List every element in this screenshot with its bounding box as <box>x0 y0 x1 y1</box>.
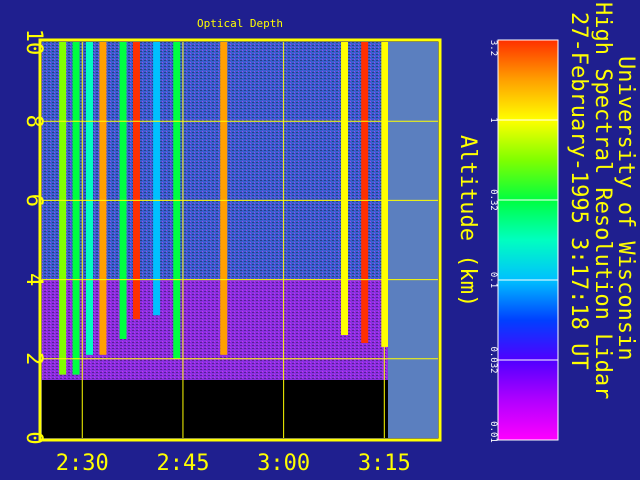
colorbar-tick-label-1: 0.032 <box>488 346 498 373</box>
cloud-column-9 <box>220 42 228 355</box>
colorbar-tick-label-5: 3.2 <box>488 40 498 56</box>
x-tick-label-1: 2:45 <box>156 451 209 476</box>
x-tick-label-2: 3:00 <box>257 451 310 476</box>
lidar-chart: Optical Depth 2:30 2:45 3:00 3:15 0 2 4 6 8 10 0… <box>21 17 559 476</box>
header-line-university: University of Wisconsin <box>613 56 638 361</box>
cloud-column-11 <box>361 42 369 343</box>
clear-air-upper-noise <box>42 42 388 280</box>
x-tick-labels: 2:30 2:45 3:00 3:15 <box>56 451 411 476</box>
y-tick-label-1: 2 <box>21 352 46 365</box>
colorbar-tick-label-4: 1 <box>488 117 498 122</box>
x-tick-label-0: 2:30 <box>56 451 109 476</box>
cloud-column-5 <box>119 42 127 339</box>
colorbar-tick-labels: 0.01 0.032 0.1 0.32 1 3.2 <box>488 40 498 443</box>
y-tick-label-4: 8 <box>21 115 46 128</box>
ground-mask <box>42 380 388 438</box>
no-data-region <box>388 42 438 438</box>
y-tick-label-3: 6 <box>21 194 46 207</box>
header-line-timestamp: 27-February-1995 3:17:18 UT <box>566 12 591 370</box>
y-tick-label-0: 0 <box>21 431 46 444</box>
colorbar-gradient <box>498 40 558 440</box>
cloud-column-10 <box>341 42 349 336</box>
cloud-column-3 <box>85 42 93 355</box>
header-line-instrument: High Spectral Resolution Lidar <box>590 2 615 400</box>
y-tick-label-2: 4 <box>21 273 46 286</box>
colorbar <box>497 39 559 441</box>
colorbar-tick-label-3: 0.32 <box>488 189 498 211</box>
cloud-column-7 <box>153 42 161 316</box>
cloud-column-6 <box>132 42 140 320</box>
y-axis-label: Altitude (km) <box>455 135 480 308</box>
clear-air-lower-noise <box>42 280 388 380</box>
y-tick-label-5: 10 <box>21 29 46 56</box>
cloud-column-1 <box>59 42 67 375</box>
colorbar-tick-label-2: 0.1 <box>488 272 498 288</box>
colorbar-tick-label-0: 0.01 <box>488 421 498 443</box>
cloud-column-4 <box>99 42 107 355</box>
plot-area <box>38 38 442 442</box>
cloud-column-2 <box>72 42 80 375</box>
chart-title: Optical Depth <box>197 17 283 30</box>
x-tick-label-3: 3:15 <box>358 451 411 476</box>
